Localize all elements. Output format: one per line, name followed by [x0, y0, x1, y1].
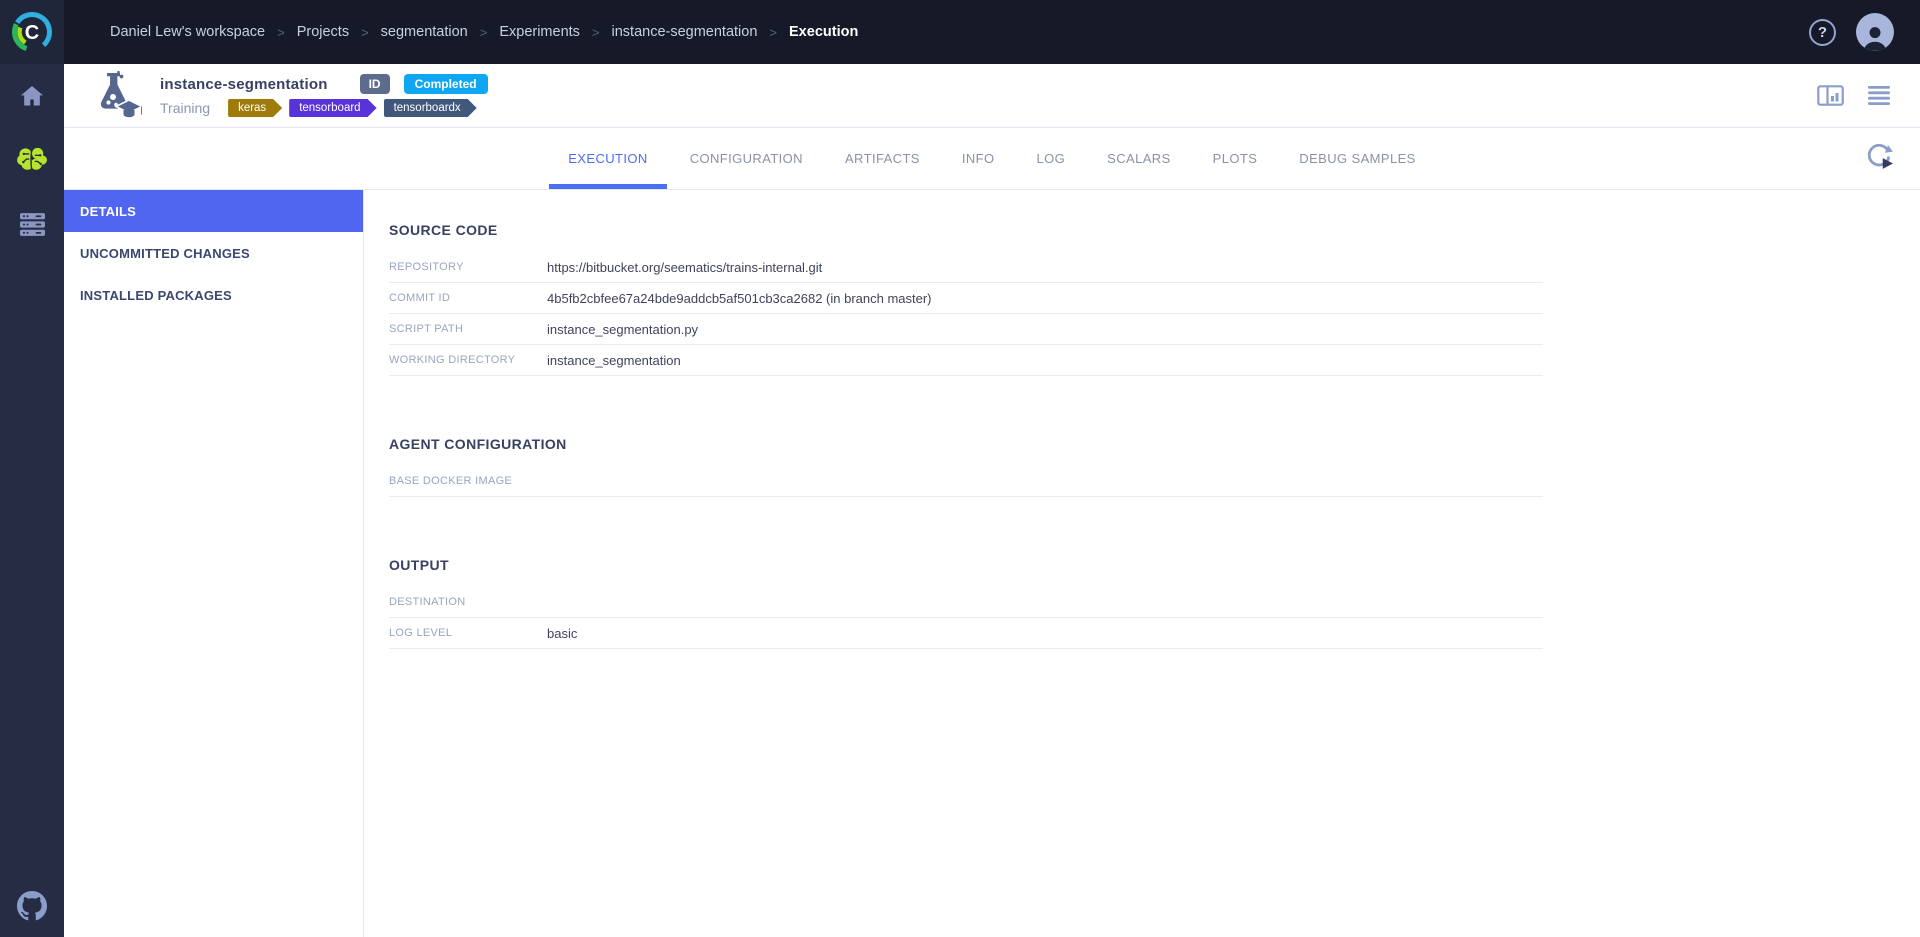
auto-refresh-icon[interactable] — [1864, 141, 1894, 176]
tab-scalars[interactable]: SCALARS — [1088, 128, 1190, 189]
section-source-code: SOURCE CODE REPOSITORYhttps://bitbucket.o… — [389, 222, 1543, 376]
tabs: EXECUTIONCONFIGURATIONARTIFACTSINFOLOGSC… — [547, 128, 1437, 189]
help-glyph: ? — [1818, 24, 1827, 41]
tab-debug-samples[interactable]: DEBUG SAMPLES — [1280, 128, 1434, 189]
experiment-meta: instance-segmentation ID Completed Train… — [160, 74, 488, 117]
hamburger-menu-icon[interactable] — [1868, 86, 1890, 105]
person-icon — [1860, 23, 1890, 51]
side-menu-item-details[interactable]: DETAILS — [64, 190, 363, 232]
field-value-commit-id: 4b5fb2cbfee67a24bde9addcb5af501cb3ca2682… — [547, 291, 932, 306]
brain-projects-icon[interactable] — [0, 128, 64, 192]
section-title-output: OUTPUT — [389, 557, 1543, 573]
breadcrumb-separator: > — [361, 25, 369, 40]
servers-icon[interactable] — [0, 192, 64, 256]
status-badge: Completed — [404, 74, 488, 94]
topbar-actions: ? — [1809, 13, 1894, 51]
experiment-header: instance-segmentation ID Completed Train… — [64, 64, 1920, 128]
section-title-agent-configuration: AGENT CONFIGURATION — [389, 436, 1543, 452]
sections: SOURCE CODE REPOSITORYhttps://bitbucket.o… — [389, 222, 1920, 649]
main-content: SOURCE CODE REPOSITORYhttps://bitbucket.o… — [364, 190, 1920, 937]
breadcrumb-separator: > — [277, 25, 285, 40]
breadcrumb-item-instance-segmentation[interactable]: instance-segmentation — [612, 24, 758, 40]
app-root: C — [0, 0, 1920, 937]
field-label-script-path: SCRIPT PATH — [389, 323, 547, 335]
field-row-commit-id: COMMIT ID4b5fb2cbfee67a24bde9addcb5af501… — [389, 283, 1543, 314]
tag-tensorboard: tensorboard — [289, 99, 376, 117]
field-label-working-directory: WORKING DIRECTORY — [389, 354, 547, 366]
tab-execution[interactable]: EXECUTION — [549, 128, 666, 189]
tab-artifacts[interactable]: ARTIFACTS — [826, 128, 939, 189]
side-menu: DETAILSUNCOMMITTED CHANGESINSTALLED PACK… — [64, 190, 364, 937]
field-row-destination: DESTINATION — [389, 587, 1543, 618]
field-value-working-directory: instance_segmentation — [547, 353, 681, 368]
breadcrumb-item-projects[interactable]: Projects — [297, 24, 349, 40]
field-row-log-level: LOG LEVELbasic — [389, 618, 1543, 649]
field-row-script-path: SCRIPT PATHinstance_segmentation.py — [389, 314, 1543, 345]
field-value-log-level: basic — [547, 626, 577, 641]
logo-letter: C — [25, 22, 39, 44]
tab-plots[interactable]: PLOTS — [1194, 128, 1277, 189]
field-value-repository: https://bitbucket.org/seematics/trains-i… — [547, 260, 822, 275]
field-label-destination: DESTINATION — [389, 596, 547, 608]
clearml-logo-svg: C — [8, 8, 56, 56]
experiment-title: instance-segmentation — [160, 76, 328, 93]
tab-info[interactable]: INFO — [943, 128, 1014, 189]
section-title-source-code: SOURCE CODE — [389, 222, 1543, 238]
body-row: DETAILSUNCOMMITTED CHANGESINSTALLED PACK… — [64, 190, 1920, 937]
split-view-icon[interactable] — [1817, 85, 1844, 106]
breadcrumb-item-execution: Execution — [789, 24, 858, 40]
help-icon[interactable]: ? — [1809, 19, 1836, 46]
experiment-title-row: instance-segmentation ID Completed — [160, 74, 488, 94]
field-row-repository: REPOSITORYhttps://bitbucket.org/seematic… — [389, 252, 1543, 283]
experiment-type-label: Training — [160, 100, 210, 116]
breadcrumb-separator: > — [480, 25, 488, 40]
experiment-sub-row: Training keras tensorboard tensorboardx — [160, 99, 488, 117]
breadcrumb-item-daniel-lew-s-workspace[interactable]: Daniel Lew's workspace — [110, 24, 265, 40]
app-sidebar: C — [0, 0, 64, 937]
field-row-base-docker-image: BASE DOCKER IMAGE — [389, 466, 1543, 497]
breadcrumb-item-segmentation[interactable]: segmentation — [381, 24, 468, 40]
field-label-repository: REPOSITORY — [389, 261, 547, 273]
breadcrumb-separator: > — [769, 25, 777, 40]
tab-configuration[interactable]: CONFIGURATION — [671, 128, 822, 189]
tab-bar: EXECUTIONCONFIGURATIONARTIFACTSINFOLOGSC… — [64, 128, 1920, 190]
section-agent-configuration: AGENT CONFIGURATION BASE DOCKER IMAGE — [389, 436, 1543, 497]
field-row-working-directory: WORKING DIRECTORYinstance_segmentation — [389, 345, 1543, 376]
id-badge[interactable]: ID — [360, 74, 390, 94]
breadcrumb-separator: > — [592, 25, 600, 40]
avatar[interactable] — [1856, 13, 1894, 51]
breadcrumb-item-experiments[interactable]: Experiments — [499, 24, 580, 40]
experiment-flask-icon — [86, 69, 142, 123]
tag-keras: keras — [228, 99, 282, 117]
tab-log[interactable]: LOG — [1018, 128, 1085, 189]
field-label-base-docker-image: BASE DOCKER IMAGE — [389, 475, 547, 487]
top-navbar: Daniel Lew's workspace > Projects > segmenta… — [64, 0, 1920, 64]
field-label-commit-id: COMMIT ID — [389, 292, 547, 304]
field-value-script-path: instance_segmentation.py — [547, 322, 698, 337]
tag-list: keras tensorboard tensorboardx — [228, 99, 477, 117]
home-icon[interactable] — [0, 64, 64, 128]
side-menu-item-uncommitted-changes[interactable]: UNCOMMITTED CHANGES — [64, 232, 363, 274]
clearml-logo-icon[interactable]: C — [0, 0, 64, 64]
github-icon[interactable] — [0, 891, 64, 921]
side-menu-item-installed-packages[interactable]: INSTALLED PACKAGES — [64, 274, 363, 316]
tag-tensorboardx: tensorboardx — [384, 99, 477, 117]
section-output: OUTPUT DESTINATION LOG LEVELbasic — [389, 557, 1543, 649]
experiment-header-actions — [1817, 85, 1890, 106]
field-label-log-level: LOG LEVEL — [389, 627, 547, 639]
breadcrumb: Daniel Lew's workspace > Projects > segmenta… — [110, 24, 858, 40]
